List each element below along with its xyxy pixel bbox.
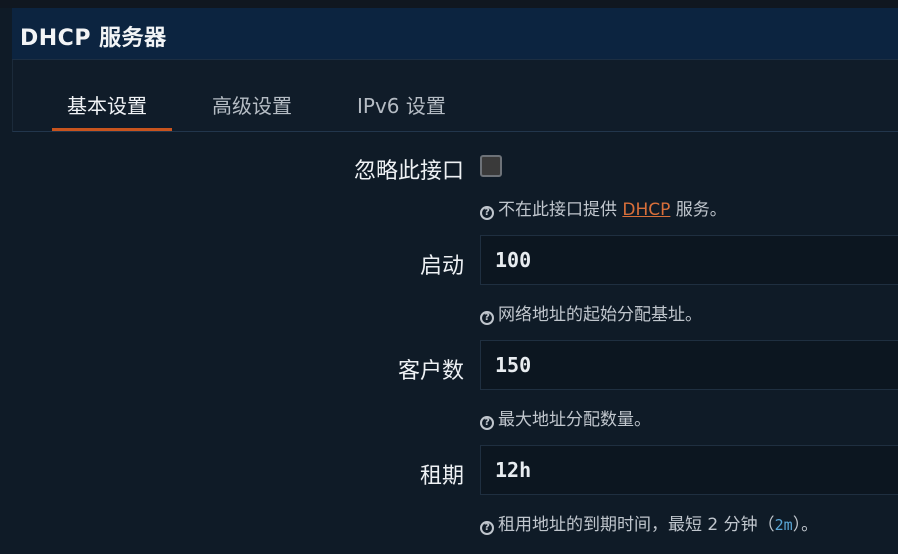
limit-input[interactable]: 150 — [480, 340, 898, 390]
section-title: DHCP 服务器 — [20, 26, 167, 51]
ignore-interface-checkbox[interactable] — [480, 155, 502, 177]
tab-bar: 基本设置 高级设置 IPv6 设置 — [12, 60, 898, 132]
leasetime-help-suffix: ）。 — [792, 515, 819, 535]
limit-label: 客户数 — [397, 359, 464, 384]
tab-ipv6-settings[interactable]: IPv6 设置 — [357, 90, 446, 119]
leasetime-label: 租期 — [419, 464, 464, 489]
leasetime-help: ? 租用地址的到期时间，最短 2 分钟（2m）。 — [480, 510, 818, 535]
help-circle-icon: ? — [480, 311, 494, 325]
tab-advanced-settings[interactable]: 高级设置 — [212, 90, 292, 119]
dhcp-link[interactable]: DHCP — [622, 200, 670, 220]
help-circle-icon: ? — [480, 206, 494, 220]
ignore-help-prefix: 不在此接口提供 — [498, 200, 623, 220]
dhcp-server-section: DHCP 服务器 基本设置 高级设置 IPv6 设置 忽略此接口 ? 不在此接口提… — [0, 0, 898, 554]
limit-help: ? 最大地址分配数量。 — [480, 405, 651, 430]
start-input[interactable]: 100 — [480, 235, 898, 285]
active-tab-indicator — [52, 128, 172, 131]
limit-help-text: 最大地址分配数量。 — [498, 410, 651, 430]
help-circle-icon: ? — [480, 416, 494, 430]
ignore-interface-help: ? 不在此接口提供 DHCP 服务。 — [480, 195, 727, 220]
start-help-text: 网络地址的起始分配基址。 — [498, 305, 702, 325]
help-circle-icon: ? — [480, 521, 494, 535]
start-label: 启动 — [419, 254, 464, 279]
leasetime-help-code: 2m — [774, 516, 793, 534]
top-strip — [0, 0, 898, 8]
ignore-help-suffix: 服务。 — [670, 200, 727, 220]
section-header: DHCP 服务器 — [12, 8, 898, 60]
tab-basic-settings[interactable]: 基本设置 — [67, 90, 147, 119]
leasetime-help-prefix: 租用地址的到期时间，最短 2 分钟（ — [498, 515, 775, 535]
start-help: ? 网络地址的起始分配基址。 — [480, 300, 702, 325]
ignore-interface-label: 忽略此接口 — [353, 159, 464, 184]
leasetime-input[interactable]: 12h — [480, 445, 898, 495]
